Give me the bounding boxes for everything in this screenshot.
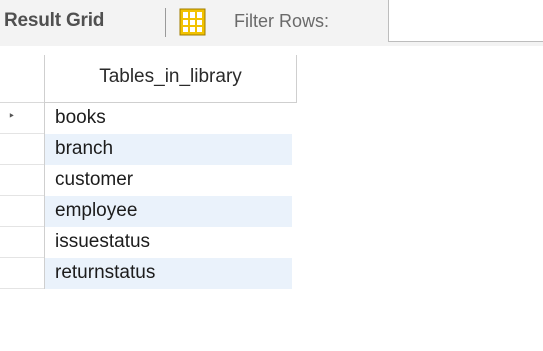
header-row: Tables_in_library	[0, 55, 300, 103]
filter-rows-label: Filter Rows:	[234, 11, 330, 31]
table-cell[interactable]: issuestatus	[44, 227, 292, 258]
table-row[interactable]: branch	[0, 134, 297, 165]
column-header-tables-in-library[interactable]: Tables_in_library	[44, 55, 297, 103]
row-indicator[interactable]	[0, 165, 44, 196]
table-cell[interactable]: returnstatus	[44, 258, 292, 289]
row-indicator[interactable]	[0, 134, 44, 165]
result-grid-table: Tables_in_library ‣ books branch custome…	[0, 46, 543, 351]
row-indicator[interactable]	[0, 227, 44, 258]
row-indicator[interactable]	[0, 258, 44, 289]
table-row[interactable]: ‣ books	[0, 103, 297, 134]
current-row-arrow-icon: ‣	[8, 109, 16, 123]
grid-view-icon[interactable]	[179, 8, 206, 36]
table-cell[interactable]: customer	[44, 165, 292, 196]
row-header-corner	[0, 55, 44, 103]
table-row[interactable]: issuestatus	[0, 227, 297, 258]
table-cell[interactable]: employee	[44, 196, 292, 227]
row-indicator[interactable]: ‣	[0, 103, 44, 134]
result-grid-toolbar: Result Grid Filter Rows:	[0, 0, 543, 46]
table-cell[interactable]: books	[44, 103, 292, 134]
table-row[interactable]: customer	[0, 165, 297, 196]
result-grid-title: Result Grid	[4, 10, 105, 31]
result-grid-panel: Result Grid Filter Rows: Tables_in_libra…	[0, 0, 543, 351]
row-indicator[interactable]	[0, 196, 44, 227]
table-row[interactable]: employee	[0, 196, 297, 227]
filter-rows-input[interactable]	[388, 0, 543, 42]
toolbar-separator	[165, 8, 166, 37]
table-row[interactable]: returnstatus	[0, 258, 297, 289]
table-cell[interactable]: branch	[44, 134, 292, 165]
